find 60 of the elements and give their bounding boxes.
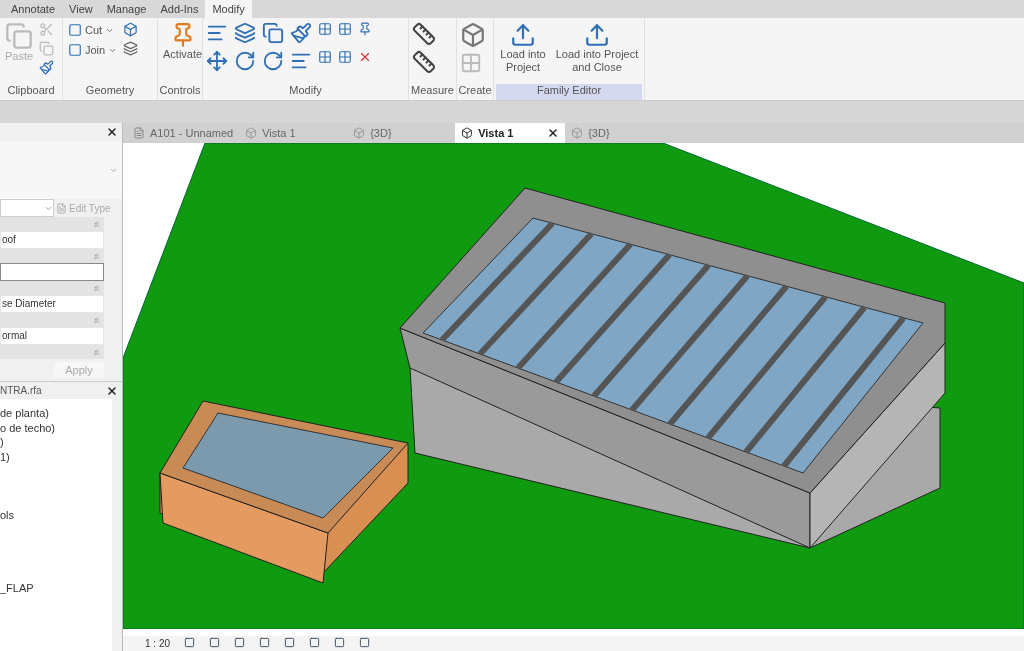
panel-title: Geometry: [84, 84, 136, 98]
dimension-icon[interactable]: [412, 50, 436, 74]
browser-item[interactable]: 1): [0, 450, 112, 465]
document-icon: [56, 202, 67, 214]
document-tab[interactable]: {3D}: [565, 123, 674, 143]
activate-button[interactable]: Activate: [161, 22, 205, 61]
collapse-icon: [92, 219, 101, 229]
pin-icon[interactable]: [358, 22, 372, 36]
cube-icon: [571, 127, 584, 139]
shape-icon: [68, 43, 82, 57]
property-field[interactable]: ormal: [0, 327, 104, 345]
collapse-icon: [92, 251, 101, 261]
load-button[interactable]: Load into Project and Close: [553, 22, 641, 74]
load-button[interactable]: Load into Project: [497, 22, 549, 74]
ribbon-tab[interactable]: View: [62, 0, 100, 18]
move-icon[interactable]: [206, 50, 228, 72]
browser-item[interactable]: de planta): [0, 407, 112, 422]
panel-title: Family Editor: [496, 84, 642, 100]
upload-icon: [510, 22, 536, 48]
close-icon[interactable]: [547, 127, 560, 139]
ribbon-tab[interactable]: Modify: [205, 0, 252, 18]
property-field[interactable]: se Diameter: [0, 295, 104, 313]
collapse-icon: [92, 347, 101, 357]
document-tab[interactable]: A101 - Unnamed: [127, 123, 240, 143]
document-tab[interactable]: Vista 1: [239, 123, 348, 143]
close-icon[interactable]: [106, 384, 118, 397]
document-tab[interactable]: Vista 1: [455, 123, 566, 143]
geometry-tool-button[interactable]: Cut: [66, 22, 120, 38]
browser-item[interactable]: _FLAP: [0, 581, 112, 596]
panel-title: Measure: [410, 84, 455, 98]
document-tab[interactable]: {3D}: [347, 123, 456, 143]
shape-icon: [68, 23, 82, 37]
ruler-icon[interactable]: [412, 22, 436, 46]
delete-icon[interactable]: [358, 50, 372, 64]
property-field[interactable]: oof: [0, 231, 104, 249]
browser-item[interactable]: o de techo): [0, 421, 112, 436]
panel-title: Controls: [158, 84, 202, 98]
close-icon[interactable]: [106, 126, 118, 138]
ribbon-tab[interactable]: Annotate: [4, 0, 63, 18]
collapse-icon: [92, 283, 101, 293]
geometry-tool-button[interactable]: Join: [66, 42, 120, 58]
browser-item[interactable]: ): [0, 436, 112, 451]
property-field[interactable]: [0, 263, 104, 281]
ribbon-tab[interactable]: Add-Ins: [153, 0, 206, 18]
browser-item[interactable]: ols: [0, 509, 112, 524]
view-scale[interactable]: 1 : 20: [145, 638, 171, 649]
cube-icon: [461, 127, 474, 139]
rotate-icon[interactable]: [262, 50, 284, 72]
upload-icon: [584, 22, 610, 48]
collapse-icon: [92, 315, 101, 325]
paintbrush-icon[interactable]: [39, 60, 55, 75]
browser-title: NTRA.rfa: [0, 385, 42, 396]
cube-icon: [245, 127, 258, 139]
panel-title: Clipboard: [6, 84, 56, 98]
panel-title: Modify: [288, 84, 323, 98]
sheet-icon: [133, 127, 145, 139]
ribbon-tab[interactable]: Manage: [99, 0, 154, 18]
cube-icon[interactable]: [123, 22, 139, 37]
panel-title: Create: [457, 84, 493, 98]
cube-icon: [353, 127, 366, 139]
